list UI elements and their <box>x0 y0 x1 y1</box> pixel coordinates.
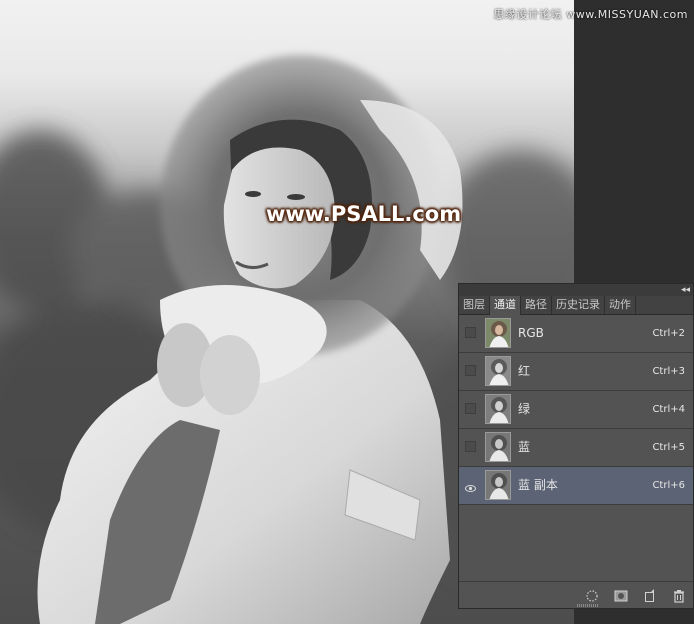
eye-icon[interactable] <box>465 479 476 492</box>
channel-thumbnail <box>485 470 511 500</box>
double-chevron-left-icon[interactable]: ◂◂ <box>681 284 690 296</box>
new-channel-icon[interactable] <box>643 588 657 602</box>
channel-thumbnail <box>485 356 511 386</box>
visibility-toggle[interactable] <box>465 441 476 452</box>
tab-channels[interactable]: 通道 <box>490 296 521 315</box>
channel-thumbnail <box>485 318 511 348</box>
channel-thumbnail <box>485 394 511 424</box>
channel-shortcut: Ctrl+6 <box>652 480 685 491</box>
channel-row-green[interactable]: 绿 Ctrl+4 <box>459 391 693 429</box>
channel-row-rgb[interactable]: RGB Ctrl+2 <box>459 315 693 353</box>
trash-icon[interactable] <box>672 588 686 603</box>
channel-shortcut: Ctrl+3 <box>652 366 685 377</box>
channel-row-red[interactable]: 红 Ctrl+3 <box>459 353 693 391</box>
channel-name: 蓝 <box>518 440 531 454</box>
site-watermark: 思缘设计论坛 www.MISSYUAN.com <box>493 8 688 21</box>
channel-thumbnail <box>485 432 511 462</box>
tab-history[interactable]: 历史记录 <box>552 296 605 314</box>
load-selection-icon[interactable] <box>585 588 599 602</box>
channel-shortcut: Ctrl+5 <box>652 442 685 453</box>
tab-paths[interactable]: 路径 <box>521 296 552 314</box>
channel-row-blue[interactable]: 蓝 Ctrl+5 <box>459 429 693 467</box>
psall-watermark: www.PSALL.com <box>266 202 462 226</box>
channel-shortcut: Ctrl+4 <box>652 404 685 415</box>
panel-title-bar[interactable]: ◂◂ <box>459 284 693 296</box>
save-selection-icon[interactable] <box>614 588 628 602</box>
channel-name: RGB <box>518 326 544 340</box>
resize-grip[interactable] <box>577 604 599 607</box>
visibility-toggle[interactable] <box>465 365 476 376</box>
panel-footer <box>459 581 693 608</box>
channel-shortcut: Ctrl+2 <box>652 328 685 339</box>
channel-name: 绿 <box>518 402 531 416</box>
tab-actions[interactable]: 动作 <box>605 296 636 314</box>
channel-list: RGB Ctrl+2 红 Ctrl+3 绿 Ctrl+4 蓝 Ctrl+5 蓝 … <box>459 315 693 505</box>
channel-name: 蓝 副本 <box>518 478 558 492</box>
channel-name: 红 <box>518 364 531 378</box>
visibility-toggle[interactable] <box>465 403 476 414</box>
panel-tabs: 图层 通道 路径 历史记录 动作 <box>459 296 693 315</box>
tab-layers[interactable]: 图层 <box>459 296 490 314</box>
channels-panel: ◂◂ 图层 通道 路径 历史记录 动作 RGB Ctrl+2 红 Ctrl+3 <box>458 283 694 609</box>
visibility-toggle[interactable] <box>465 327 476 338</box>
channel-row-blue-copy[interactable]: 蓝 副本 Ctrl+6 <box>459 467 693 505</box>
